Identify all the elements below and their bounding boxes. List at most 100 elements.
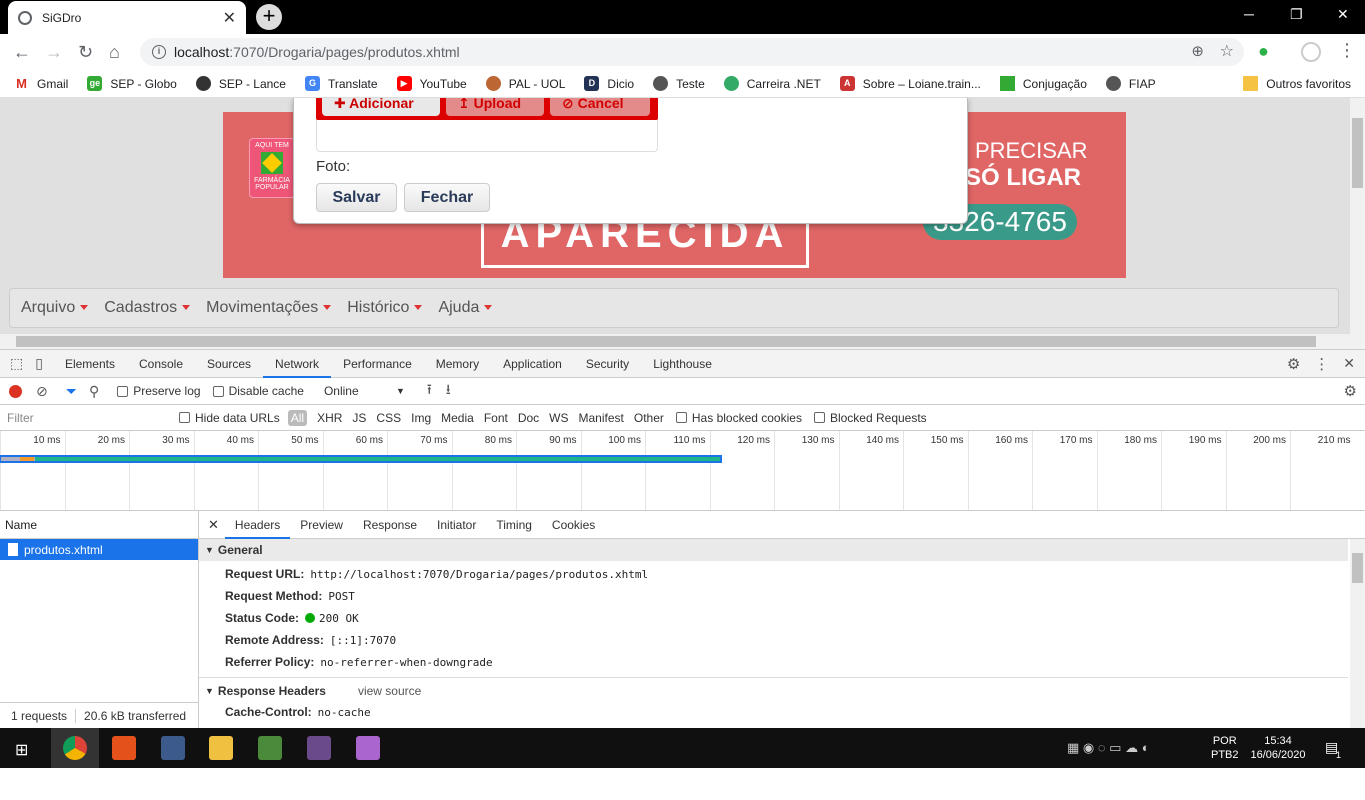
evernote-icon[interactable]: ●	[1258, 41, 1269, 62]
type-filter-doc[interactable]: Doc	[518, 411, 539, 425]
device-toolbar-icon[interactable]: ▯	[35, 355, 43, 372]
type-filter-font[interactable]: Font	[484, 411, 508, 425]
bookmark-other-folder[interactable]: Outros favoritos	[1243, 76, 1351, 91]
sts-icon[interactable]	[161, 736, 185, 760]
details-scrollbar[interactable]	[1350, 539, 1365, 729]
detail-tab-initiator[interactable]: Initiator	[427, 518, 486, 532]
home-icon[interactable]: ⌂	[109, 42, 120, 63]
bookmark-conjugacao[interactable]: Conjugação	[999, 76, 1087, 91]
search-icon[interactable]: ⚲	[89, 383, 99, 400]
tab-network[interactable]: Network	[263, 350, 332, 378]
type-filter-media[interactable]: Media	[441, 411, 474, 425]
tab-sources[interactable]: Sources	[195, 350, 263, 378]
type-filter-other[interactable]: Other	[634, 411, 664, 425]
clock[interactable]: 15:34 16/06/2020	[1248, 734, 1308, 762]
tab-memory[interactable]: Memory	[424, 350, 491, 378]
type-filter-ws[interactable]: WS	[549, 411, 568, 425]
tab-console[interactable]: Console	[127, 350, 195, 378]
request-row[interactable]: produtos.xhtml	[0, 539, 198, 560]
menu-ajuda[interactable]: Ajuda	[438, 299, 493, 317]
detail-tab-timing[interactable]: Timing	[486, 518, 542, 532]
minimize-icon[interactable]: ─	[1244, 6, 1254, 22]
tab-elements[interactable]: Elements	[53, 350, 127, 378]
filter-input[interactable]: Filter	[7, 411, 167, 425]
clear-icon[interactable]: ⊘	[36, 383, 48, 400]
page-vertical-scrollbar[interactable]	[1350, 98, 1365, 334]
type-filter-img[interactable]: Img	[411, 411, 431, 425]
bookmark-gmail[interactable]: M Gmail	[14, 76, 68, 91]
response-headers-section-header[interactable]: ▼ Response Headers view source	[199, 677, 1348, 703]
bookmark-dicio[interactable]: D Dicio	[584, 76, 634, 91]
chrome-icon[interactable]	[63, 736, 87, 760]
name-column-header[interactable]: Name	[0, 511, 198, 539]
scroll-thumb[interactable]	[1352, 553, 1363, 583]
info-icon[interactable]: i	[152, 45, 166, 59]
tab-lighthouse[interactable]: Lighthouse	[641, 350, 724, 378]
add-file-button[interactable]: ✚ Adicionar	[322, 98, 440, 116]
paint-icon[interactable]	[356, 736, 380, 760]
import-har-icon[interactable]: ⭱	[427, 379, 432, 403]
detail-tab-response[interactable]: Response	[353, 518, 427, 532]
page-horizontal-scrollbar[interactable]	[0, 334, 1365, 349]
close-details-icon[interactable]: ✕	[208, 517, 219, 533]
profile-avatar[interactable]	[1301, 42, 1321, 62]
menu-historico[interactable]: Histórico	[347, 299, 423, 317]
export-har-icon[interactable]: ⭳	[446, 379, 451, 403]
star-icon[interactable]: ☆	[1220, 41, 1234, 61]
zoom-icon[interactable]: ⊕	[1191, 42, 1204, 60]
app-icon[interactable]	[112, 736, 136, 760]
new-tab-button[interactable]: +	[256, 4, 282, 30]
disable-cache-checkbox[interactable]	[212, 385, 224, 397]
close-devtools-icon[interactable]: ✕	[1343, 355, 1355, 372]
upload-button[interactable]: ↥ Upload	[446, 98, 544, 116]
bookmark-pal-uol[interactable]: PAL - UOL	[485, 76, 565, 91]
bookmark-translate[interactable]: G Translate	[304, 76, 378, 91]
game-icon[interactable]	[307, 736, 331, 760]
bookmark-carreira-net[interactable]: Carreira .NET	[723, 76, 821, 91]
general-section-header[interactable]: ▼ General	[199, 539, 1348, 561]
more-options-icon[interactable]: ⋮	[1314, 355, 1329, 373]
bookmark-teste[interactable]: Teste	[653, 76, 705, 91]
hide-data-urls-checkbox[interactable]	[179, 412, 190, 423]
view-source-link[interactable]: view source	[358, 684, 421, 698]
back-icon[interactable]: ←	[13, 42, 31, 63]
menu-kebab-icon[interactable]: ⋮	[1338, 40, 1356, 61]
close-button[interactable]: Fechar	[404, 183, 490, 212]
save-button[interactable]: Salvar	[316, 183, 397, 212]
has-blocked-cookies-checkbox[interactable]	[675, 412, 687, 423]
browser-tab[interactable]: SiGDro ✕	[8, 1, 246, 34]
type-filter-xhr[interactable]: XHR	[317, 411, 342, 425]
filter-icon[interactable]: ⏷	[66, 383, 77, 400]
record-icon[interactable]	[9, 384, 22, 398]
type-filter-css[interactable]: CSS	[376, 411, 401, 425]
detail-tab-cookies[interactable]: Cookies	[542, 518, 605, 532]
language-indicator[interactable]: POR PTB2	[1211, 734, 1239, 762]
bookmark-youtube[interactable]: ▶ YouTube	[396, 76, 467, 91]
menu-movimentacoes[interactable]: Movimentações	[206, 299, 332, 317]
scroll-thumb[interactable]	[16, 336, 1316, 347]
settings-gear-icon[interactable]: ⚙	[1287, 355, 1300, 373]
type-filter-js[interactable]: JS	[352, 411, 366, 425]
windows-start-icon[interactable]: ⊞	[15, 740, 28, 760]
scroll-thumb[interactable]	[1352, 118, 1363, 188]
throttle-select[interactable]: Online	[324, 384, 396, 398]
address-bar[interactable]: i localhost:7070/Drogaria/pages/produtos…	[140, 38, 1244, 66]
forward-icon[interactable]: →	[45, 42, 63, 63]
restore-icon[interactable]: ❐	[1290, 6, 1303, 23]
network-overview-timeline[interactable]: 10 ms 20 ms 30 ms 40 ms 50 ms 60 ms 70 ms 80 ms…	[0, 431, 1365, 511]
bookmark-sep-globo[interactable]: ge SEP - Globo	[87, 76, 177, 91]
preserve-log-checkbox[interactable]	[117, 385, 129, 397]
window-close-icon[interactable]: ✕	[1337, 6, 1349, 23]
bookmark-sep-lance[interactable]: SEP - Lance	[195, 76, 286, 91]
inspect-icon[interactable]: ⬚	[10, 355, 23, 372]
menu-cadastros[interactable]: Cadastros	[104, 299, 191, 317]
type-filter-manifest[interactable]: Manifest	[579, 411, 624, 425]
tab-application[interactable]: Application	[491, 350, 574, 378]
tray-icons[interactable]: ▦ ◉ ◌ ▭ ☁ ◐	[1067, 740, 1150, 756]
detail-tab-preview[interactable]: Preview	[290, 518, 353, 532]
reload-icon[interactable]: ↻	[78, 42, 93, 63]
notepad-icon[interactable]	[258, 736, 282, 760]
tab-performance[interactable]: Performance	[331, 350, 424, 378]
bookmark-loiane[interactable]: A Sobre – Loiane.train...	[839, 76, 981, 91]
detail-tab-headers[interactable]: Headers	[224, 511, 291, 539]
